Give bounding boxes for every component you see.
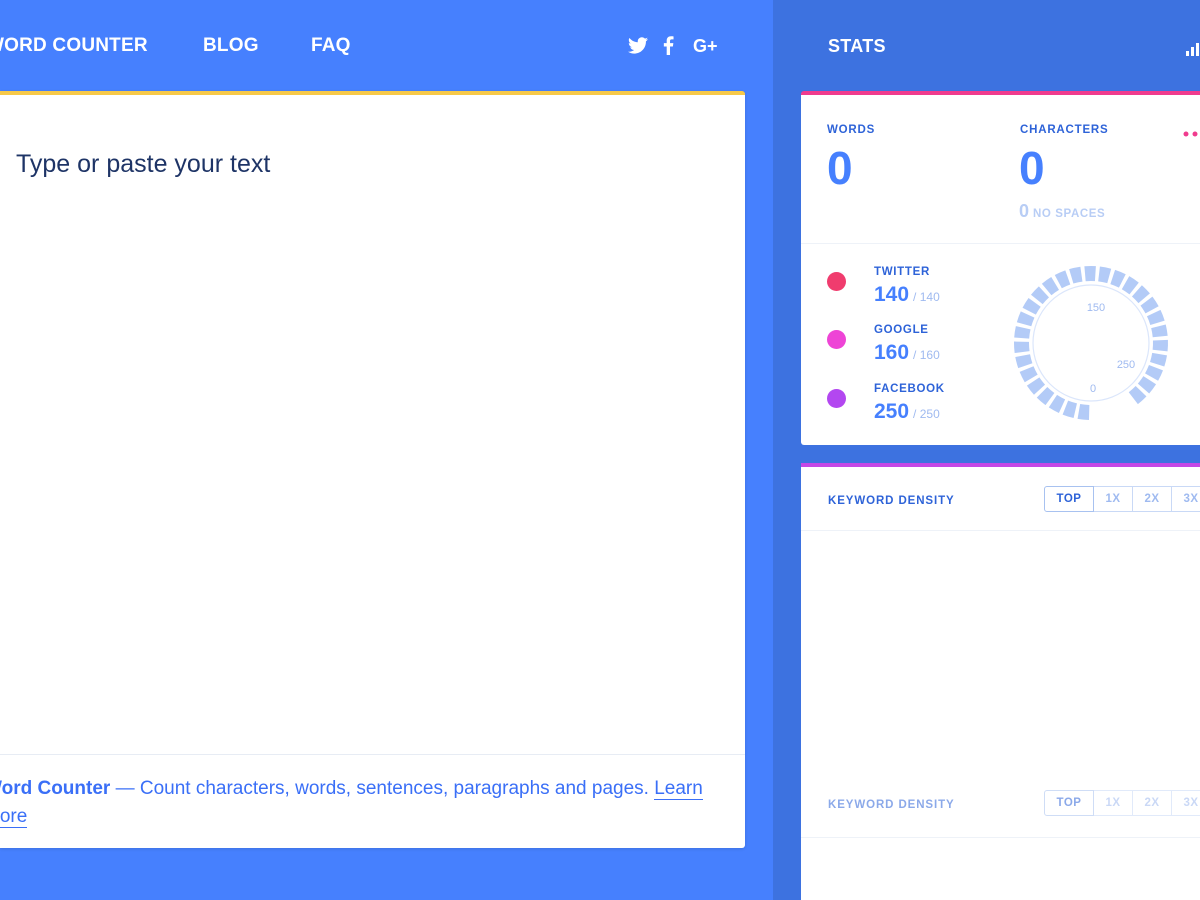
gauge-segments	[1014, 266, 1168, 420]
twitter-count: 140	[874, 283, 910, 306]
twitter-icon[interactable]	[628, 37, 648, 54]
gauge-segment	[1131, 285, 1150, 304]
google-dot	[827, 330, 846, 349]
stats-card: WORDS 0 CHARACTERS 0 0 NO SPACES TWITTER …	[801, 91, 1200, 445]
google-max: / 160	[913, 348, 940, 362]
tab-1x-ghost[interactable]: 1X	[1093, 790, 1133, 816]
facebook-icon[interactable]	[663, 36, 674, 55]
twitter-max: / 140	[913, 290, 940, 304]
facebook-value: 250/ 250	[874, 400, 940, 424]
keyword-density-card: KEYWORD DENSITY TOP 1X 2X 3X KEYWORD DEN…	[801, 463, 1200, 900]
characters-count: 0	[1019, 142, 1045, 194]
facebook-count: 250	[874, 400, 910, 423]
character-gauge: 150 250 0	[1014, 266, 1168, 420]
gauge-segment	[1098, 266, 1112, 284]
gauge-label-0: 0	[1090, 383, 1096, 395]
keyword-density-tabs: TOP 1X 2X 3X	[1044, 486, 1200, 512]
gauge-segment	[1150, 352, 1168, 367]
words-count: 0	[827, 142, 853, 194]
facebook-dot	[827, 389, 846, 408]
gauge-segment	[1048, 394, 1066, 413]
tab-3x[interactable]: 3X	[1171, 486, 1200, 512]
google-label: GOOGLE	[874, 324, 929, 336]
gauge-segment	[1069, 266, 1083, 284]
google-count: 160	[874, 341, 910, 364]
characters-no-spaces: 0 NO SPACES	[1019, 201, 1105, 222]
keyword-density-title-ghost: KEYWORD DENSITY	[828, 799, 955, 811]
facebook-label: FACEBOOK	[874, 383, 945, 395]
twitter-dot	[827, 272, 846, 291]
words-label: WORDS	[827, 124, 876, 136]
tab-3x-ghost[interactable]: 3X	[1171, 790, 1200, 816]
tab-top-ghost[interactable]: TOP	[1044, 790, 1094, 816]
footer-text: — Count characters, words, sentences, pa…	[110, 778, 655, 799]
gauge-segment	[1014, 341, 1030, 354]
tab-2x-ghost[interactable]: 2X	[1132, 790, 1172, 816]
editor-placeholder[interactable]: Type or paste your text	[16, 150, 270, 179]
brand-link[interactable]: WORD COUNTER	[0, 35, 148, 57]
tab-1x[interactable]: 1X	[1093, 486, 1133, 512]
no-spaces-label: NO SPACES	[1033, 208, 1106, 220]
footer-description: Word Counter — Count characters, words, …	[0, 775, 714, 831]
keyword-density-title: KEYWORD DENSITY	[828, 495, 955, 507]
characters-label: CHARACTERS	[1020, 124, 1109, 136]
nav-link-blog[interactable]: BLOG	[203, 35, 259, 57]
gauge-segment	[1016, 311, 1035, 327]
gauge-segment	[1077, 404, 1090, 420]
gauge-segment	[1151, 324, 1168, 338]
editor-footer: Word Counter — Count characters, words, …	[0, 754, 745, 848]
twitter-label: TWITTER	[874, 266, 930, 278]
gauge-segment	[1146, 309, 1165, 325]
footer-brand: Word Counter	[0, 778, 111, 799]
tab-top[interactable]: TOP	[1044, 486, 1094, 512]
gauge-segment	[1084, 266, 1096, 282]
keyword-density-divider	[801, 530, 1200, 531]
gauge-segment	[1014, 326, 1031, 339]
bar-chart-icon[interactable]	[1186, 42, 1200, 61]
no-spaces-count: 0	[1019, 201, 1030, 221]
tab-2x[interactable]: 2X	[1132, 486, 1172, 512]
gauge-segment	[1054, 270, 1071, 289]
stats-divider	[801, 243, 1200, 244]
text-editor[interactable]: Type or paste your text Word Counter — C…	[0, 91, 745, 848]
gauge-segment	[1152, 339, 1168, 352]
google-value: 160/ 160	[874, 341, 940, 365]
gauge-label-150: 150	[1087, 302, 1105, 314]
gauge-segment	[1015, 354, 1033, 369]
gauge-label-250: 250	[1117, 359, 1135, 371]
gauge-segment	[1022, 297, 1041, 315]
facebook-max: / 250	[913, 407, 940, 421]
gauge-segment	[1110, 269, 1126, 288]
more-icon[interactable]	[1183, 125, 1200, 143]
top-nav: WORD COUNTER BLOG FAQ G+	[0, 0, 773, 92]
stats-title: STATS	[828, 36, 886, 56]
keyword-density-sticky-header: KEYWORD DENSITY TOP 1X 2X 3X	[801, 789, 1200, 839]
twitter-value: 140/ 140	[874, 283, 940, 307]
gauge-segment	[1140, 296, 1159, 314]
main-panel: WORD COUNTER BLOG FAQ G+ Type or paste y…	[0, 0, 773, 900]
keyword-density-tabs-ghost: TOP 1X 2X 3X	[1044, 790, 1200, 816]
gauge-segment	[1145, 365, 1163, 381]
gauge-segment	[1019, 366, 1038, 383]
sticky-divider	[801, 837, 1200, 838]
google-plus-icon[interactable]: G+	[693, 35, 718, 57]
gauge-segment	[1062, 400, 1077, 419]
nav-link-faq[interactable]: FAQ	[311, 35, 351, 57]
